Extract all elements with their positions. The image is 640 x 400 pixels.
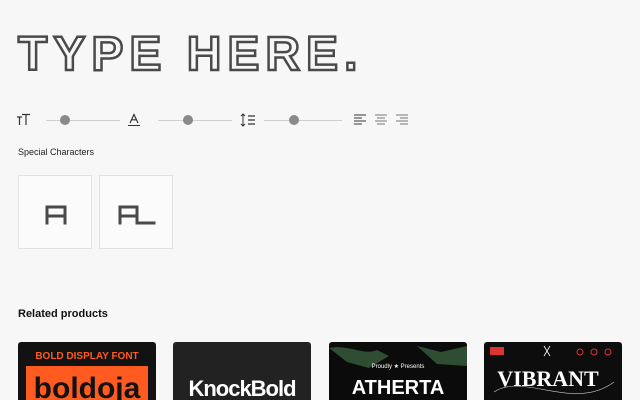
align-left-icon[interactable] bbox=[354, 114, 366, 126]
alternate-a-glyph bbox=[45, 205, 67, 225]
product-name: boldoja bbox=[34, 372, 141, 400]
font-size-slider[interactable] bbox=[46, 114, 120, 126]
letter-spacing-slider-thumb[interactable] bbox=[182, 115, 193, 125]
type-preview-area[interactable]: TYPE HERE. bbox=[16, 22, 436, 76]
align-center-icon[interactable] bbox=[375, 114, 387, 126]
product-card-boldoja[interactable]: BOLD DISPLAY FONT boldoja bbox=[18, 342, 156, 400]
svg-text:TYPE HERE.: TYPE HERE. bbox=[18, 28, 363, 76]
product-name: ATHERTA bbox=[352, 377, 445, 399]
product-tag: BOLD DISPLAY FONT bbox=[35, 351, 138, 362]
glyph-tile-alternate-a[interactable] bbox=[18, 175, 92, 249]
special-characters-label: Special Characters bbox=[18, 147, 95, 157]
product-name: KnockBold bbox=[188, 376, 295, 400]
font-size-slider-thumb[interactable] bbox=[59, 115, 70, 125]
line-height-slider-thumb[interactable] bbox=[288, 115, 299, 125]
line-height-slider[interactable] bbox=[264, 114, 342, 126]
line-height-icon bbox=[240, 113, 255, 127]
related-products-title: Related products bbox=[18, 308, 108, 320]
letter-spacing-icon bbox=[128, 113, 140, 126]
type-preview-text: TYPE HERE. bbox=[17, 27, 363, 76]
product-name: VIBRANT bbox=[497, 366, 599, 391]
product-tag: Proudly ★ Presents bbox=[372, 363, 425, 370]
letter-spacing-slider[interactable] bbox=[158, 114, 232, 126]
product-card-atherta[interactable]: Proudly ★ Presents ATHERTA bbox=[329, 342, 467, 400]
glyph-tile-alternate-al[interactable] bbox=[99, 175, 173, 249]
product-card-vibrant[interactable]: VIBRANT bbox=[484, 342, 622, 400]
alternate-al-ligature-glyph bbox=[118, 205, 156, 225]
product-card-knockbold[interactable]: KnockBold bbox=[173, 342, 311, 400]
align-right-icon[interactable] bbox=[396, 114, 408, 126]
text-size-icon bbox=[17, 113, 30, 125]
type-controls bbox=[16, 110, 436, 132]
